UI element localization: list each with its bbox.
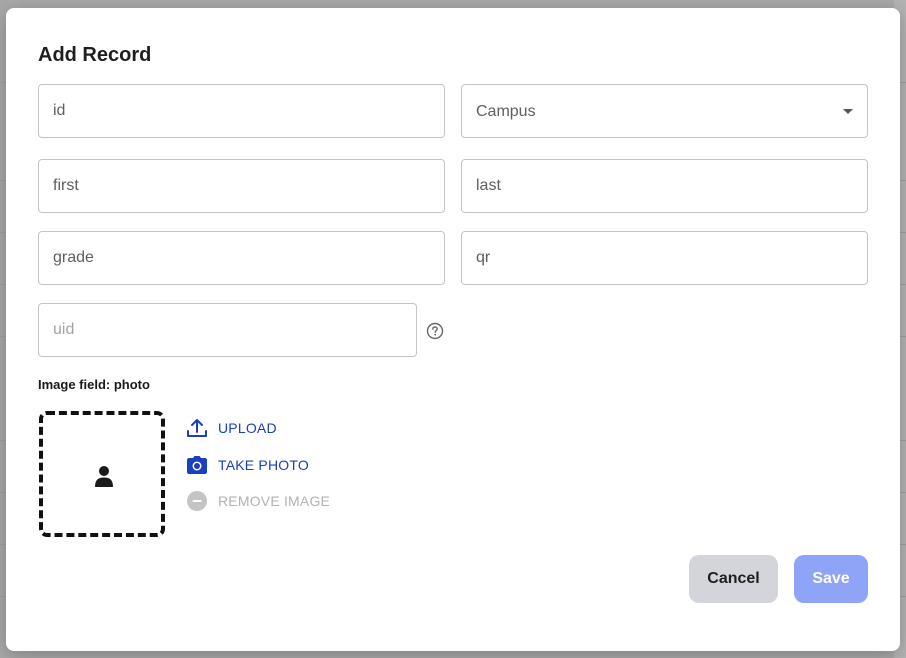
uid-input[interactable] — [39, 304, 416, 356]
upload-button[interactable]: UPLOAD — [186, 416, 277, 440]
last-field[interactable] — [461, 159, 868, 213]
upload-icon — [187, 419, 207, 437]
remove-circle-icon — [187, 491, 207, 511]
take-photo-label: TAKE PHOTO — [218, 457, 309, 473]
camera-icon — [187, 456, 207, 474]
qr-field[interactable] — [461, 231, 868, 285]
dialog-title: Add Record — [38, 44, 152, 66]
last-input[interactable] — [462, 160, 867, 212]
id-field[interactable] — [38, 84, 445, 138]
caret-down-icon — [843, 109, 853, 114]
photo-dropzone[interactable] — [39, 411, 165, 537]
first-input[interactable] — [39, 160, 444, 212]
image-field-label: Image field: photo — [38, 377, 150, 392]
upload-label: UPLOAD — [218, 420, 277, 436]
first-field[interactable] — [38, 159, 445, 213]
take-photo-button[interactable]: TAKE PHOTO — [186, 453, 309, 477]
uid-field[interactable] — [38, 303, 417, 357]
qr-input[interactable] — [462, 232, 867, 284]
cancel-button[interactable]: Cancel — [689, 555, 778, 603]
remove-image-label: REMOVE IMAGE — [218, 493, 331, 509]
grade-field[interactable] — [38, 231, 445, 285]
campus-select[interactable]: Campus — [461, 84, 868, 138]
add-record-dialog: Add Record Campus Image field: photo — [6, 8, 900, 651]
person-icon — [95, 466, 113, 487]
save-button[interactable]: Save — [794, 555, 868, 603]
campus-select-value: Campus — [476, 103, 536, 120]
help-circle-icon[interactable] — [426, 322, 444, 340]
id-input[interactable] — [39, 85, 444, 137]
remove-image-button[interactable]: REMOVE IMAGE — [186, 489, 330, 513]
grade-input[interactable] — [39, 232, 444, 284]
